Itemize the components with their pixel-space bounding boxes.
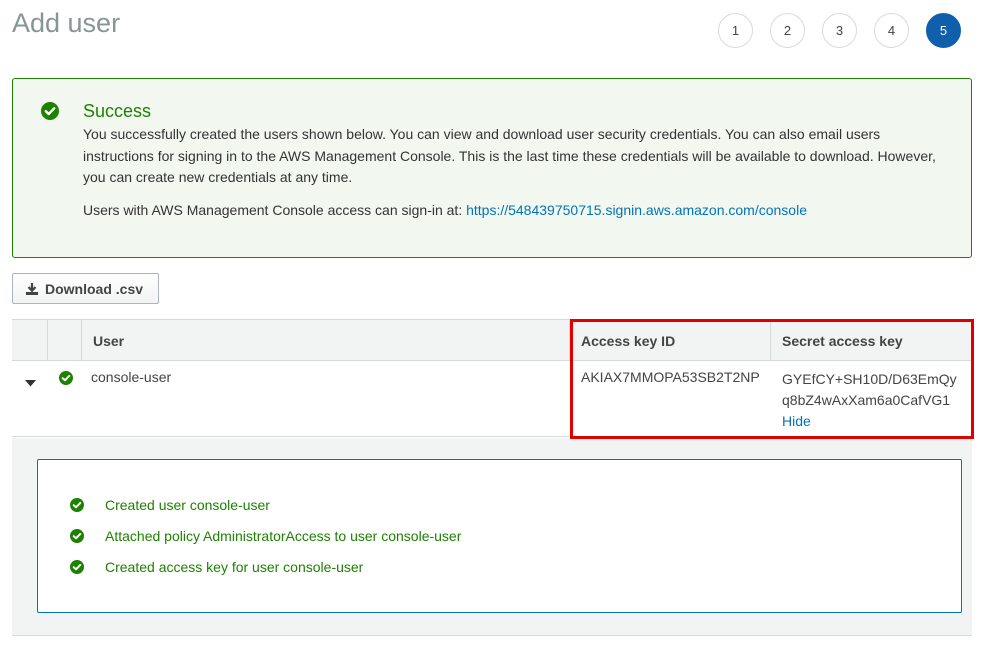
download-csv-label: Download .csv [45,280,144,297]
column-header-access-key-id[interactable]: Access key ID [581,320,675,361]
result-item: Created access key for user console-user [70,559,363,575]
secret-key-line-2: q8bZ4wAxXam6a0CafVG1 [782,392,951,408]
user-name: console-user [91,369,172,385]
wizard-steps: 1 2 3 4 5 [718,13,961,48]
signin-prefix: Users with AWS Management Console access… [83,202,463,218]
step-4[interactable]: 4 [874,13,909,48]
secret-key-line-1: GYEfCY+SH10D/D63EmQy [782,371,957,387]
result-item: Created user console-user [70,497,270,513]
step-2[interactable]: 2 [770,13,805,48]
result-text: Attached policy AdministratorAccess to u… [105,528,462,544]
console-signin-link[interactable]: https://548439750715.signin.aws.amazon.c… [466,202,807,218]
success-title: Success [83,101,152,121]
result-text: Created access key for user console-user [105,559,364,575]
signin-line: Users with AWS Management Console access… [83,202,807,218]
secret-access-key: GYEfCY+SH10D/D63EmQy q8bZ4wAxXam6a0CafVG… [782,369,957,432]
check-circle-icon [70,560,84,574]
download-icon [26,282,38,295]
credentials-table: User Access key ID Secret access key con… [12,319,972,437]
step-3[interactable]: 3 [822,13,857,48]
download-csv-button[interactable]: Download .csv [12,273,159,304]
row-details-panel: Created user console-user Attached polic… [12,438,972,636]
expand-caret-icon[interactable] [25,374,36,390]
table-header: User Access key ID Secret access key [12,319,972,361]
check-circle-icon [70,529,84,543]
page-title: Add user [12,8,121,38]
result-text: Created user console-user [105,497,270,513]
access-key-id: AKIAX7MMOPA53SB2T2NP [581,369,760,385]
table-row: console-user AKIAX7MMOPA53SB2T2NP GYEfCY… [12,361,972,437]
step-5-active[interactable]: 5 [926,13,961,48]
check-circle-icon [70,498,84,512]
step-1[interactable]: 1 [718,13,753,48]
creation-results-box: Created user console-user Attached polic… [37,459,962,613]
success-alert: Success You successfully created the use… [12,78,972,258]
result-item: Attached policy AdministratorAccess to u… [70,528,461,544]
column-header-user[interactable]: User [93,320,124,361]
column-header-secret-access-key[interactable]: Secret access key [782,320,903,361]
check-circle-icon [41,102,59,125]
status-check-icon [59,371,73,388]
hide-secret-link[interactable]: Hide [782,413,811,429]
success-message: You successfully created the users shown… [83,126,936,185]
